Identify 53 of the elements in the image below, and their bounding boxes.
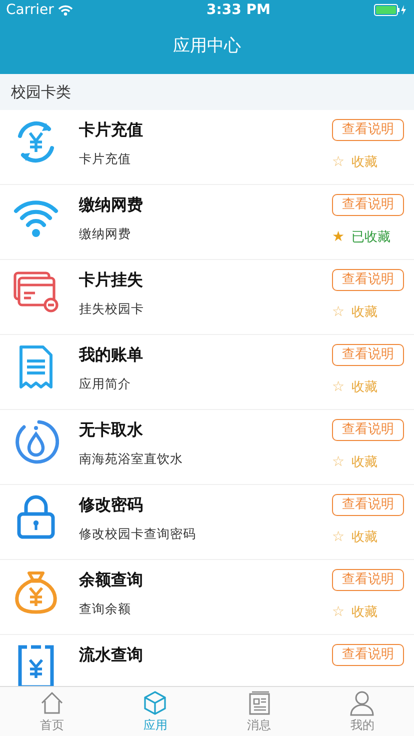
app-description: 应用简介 [79,376,132,392]
credit-card-icon [13,269,59,315]
app-title: 修改密码 [79,495,144,515]
app-title: 流水查询 [79,645,144,665]
tab-bar-item[interactable]: 首页 [0,687,104,736]
section-header: 校园卡类 [11,82,71,103]
favorite-link[interactable]: 收藏 [352,152,378,172]
tab-bar-item[interactable]: 应用 [104,687,207,736]
tab-bar-item[interactable]: 我的 [310,687,414,736]
star-icon[interactable]: ☆ [332,602,345,623]
star-icon[interactable]: ★ [332,227,345,248]
money-bag-icon [13,569,59,615]
app-description: 查询余额 [79,601,132,617]
water-drop-icon [13,419,59,465]
view-instructions-button[interactable]: 查看说明 [332,569,404,591]
favorite-link[interactable]: 收藏 [352,602,378,622]
view-instructions-button[interactable]: 查看说明 [332,119,404,141]
view-instructions-button[interactable]: 查看说明 [332,644,404,666]
star-icon[interactable]: ☆ [332,527,345,548]
view-instructions-button[interactable]: 查看说明 [332,419,404,441]
star-icon[interactable]: ☆ [332,452,345,473]
app-description: 修改校园卡查询密码 [79,526,197,542]
app-title: 卡片充值 [79,120,144,140]
carrier-label: Carrier [6,0,54,20]
app-title: 我的账单 [79,345,144,365]
battery-icon [374,4,408,16]
page-title: 应用中心 [173,35,241,58]
app-description: 缴纳网费 [79,226,132,242]
app-description: 卡片充值 [79,151,132,167]
tab-bar-item[interactable]: 消息 [207,687,310,736]
view-instructions-button[interactable]: 查看说明 [332,344,404,366]
favorite-link[interactable]: 收藏 [352,528,378,548]
app-title: 无卡取水 [79,420,144,440]
person-icon [349,690,376,716]
star-icon[interactable]: ☆ [332,377,345,398]
app-description: 南海苑浴室直饮水 [79,451,184,467]
star-icon[interactable]: ☆ [332,152,345,173]
app-title: 余额查询 [79,570,144,590]
home-icon [38,690,65,716]
favorite-link[interactable]: 已收藏 [352,228,391,248]
wifi-signal-icon [58,4,73,16]
cube-icon [142,690,168,716]
favorite-link[interactable]: 收藏 [352,302,378,322]
favorite-link[interactable]: 收藏 [352,378,378,398]
star-icon[interactable]: ☆ [332,302,345,323]
status-time: 3:33 PM [206,0,270,20]
view-instructions-button[interactable]: 查看说明 [332,194,404,216]
view-instructions-button[interactable]: 查看说明 [332,269,404,291]
view-instructions-button[interactable]: 查看说明 [332,494,404,516]
favorite-link[interactable]: 收藏 [352,452,378,472]
app-title: 缴纳网费 [79,195,144,215]
app-description: 挂失校园卡 [79,301,145,317]
app-title: 卡片挂失 [79,270,144,290]
